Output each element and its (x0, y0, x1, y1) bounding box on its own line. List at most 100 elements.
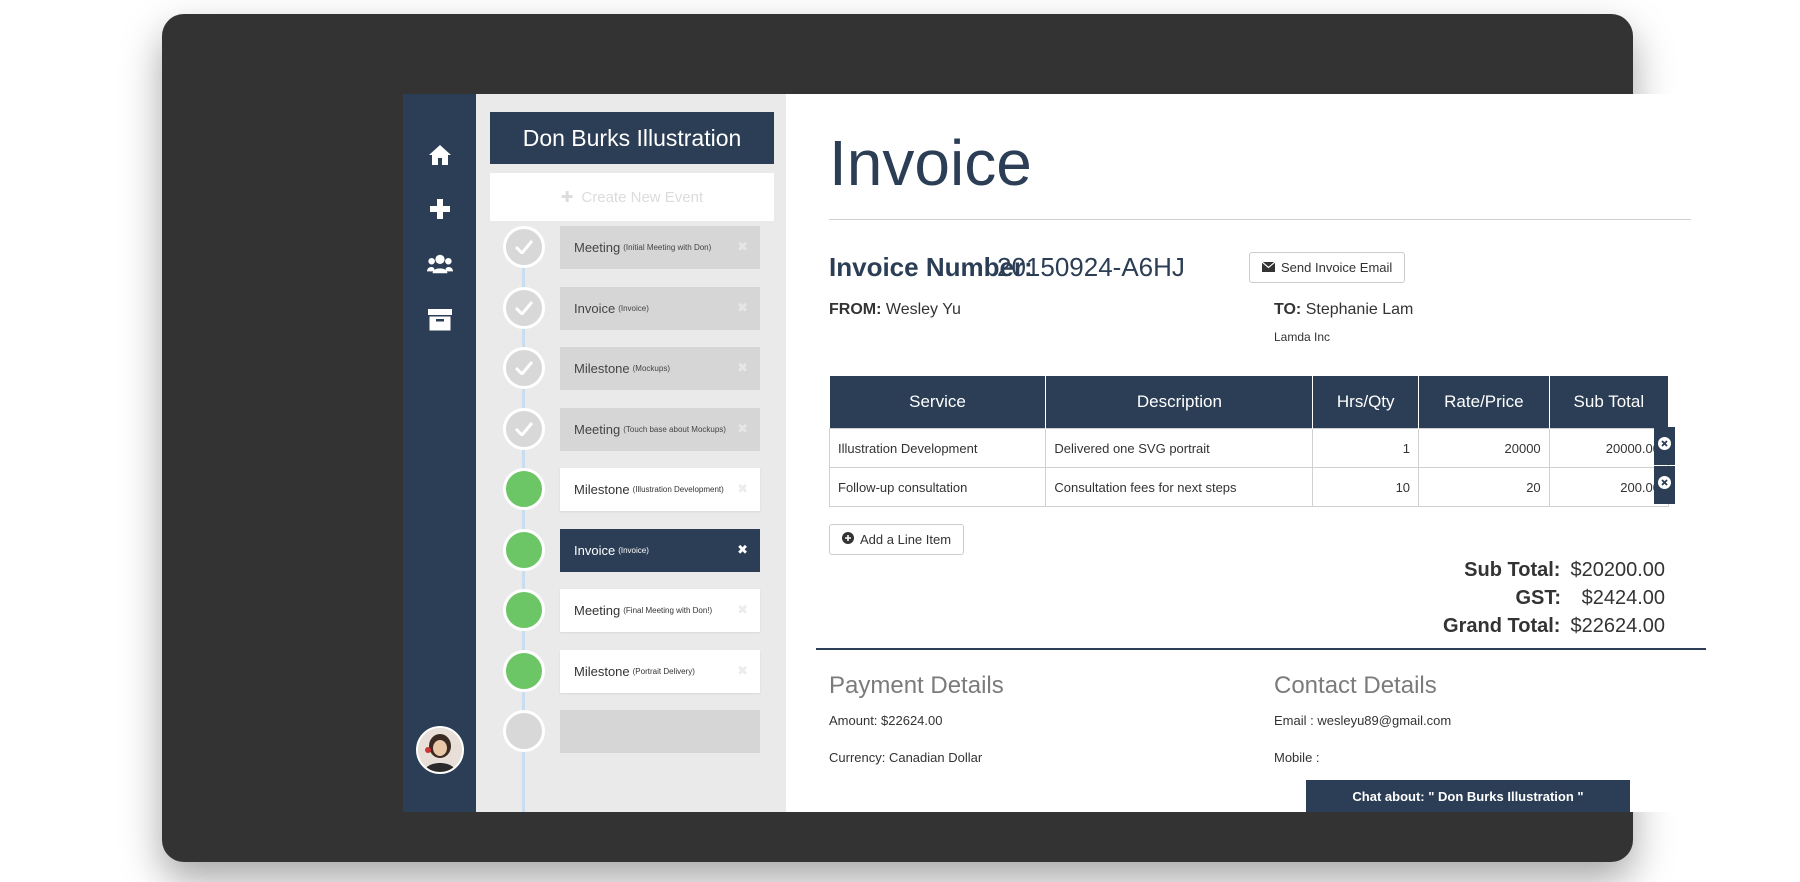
close-icon[interactable]: ✖ (737, 663, 748, 679)
event-item: Milestone (Illustration Development) ✖ (476, 466, 786, 512)
status-dot (503, 650, 545, 692)
left-rail (403, 94, 476, 812)
event-title: Milestone (574, 482, 630, 497)
send-invoice-email-label: Send Invoice Email (1281, 260, 1393, 275)
event-title: Meeting (574, 603, 621, 618)
app-screen: Don Burks Illustration ✚ Create New Even… (403, 94, 1725, 812)
description-cell[interactable]: Consultation fees for next steps (1045, 467, 1314, 507)
event-card[interactable]: Meeting (Initial Meeting with Don) ✖ (560, 226, 760, 269)
event-card[interactable]: Meeting (Touch base about Mockups) ✖ (560, 408, 760, 451)
event-title: Meeting (574, 422, 621, 437)
line-items-table: Service Description Hrs/Qty Rate/Price S… (828, 376, 1670, 507)
contact-details-title: Contact Details (1274, 672, 1437, 699)
from-line: FROM: Wesley Yu (829, 301, 961, 319)
table-row: Illustration Development Delivered one S… (828, 428, 1670, 468)
invoice-number: 20150924-A6HJ (997, 252, 1185, 282)
page-title: Invoice (829, 127, 1032, 199)
events-panel: Don Burks Illustration ✚ Create New Even… (476, 94, 786, 812)
to-name: Stephanie Lam (1305, 301, 1414, 318)
event-subtitle: (Initial Meeting with Don) (623, 243, 712, 252)
close-icon[interactable]: ✖ (737, 239, 748, 255)
plus-icon[interactable] (427, 196, 453, 222)
subtotal-row: Sub Total: $20200.00 (1443, 556, 1665, 584)
to-company: Lamda Inc (1274, 330, 1331, 344)
section-divider (816, 648, 1706, 650)
service-cell[interactable]: Follow-up consultation (828, 467, 1047, 507)
event-subtitle: (Portrait Delivery) (632, 667, 695, 676)
event-card[interactable]: Invoice (Invoice) ✖ (560, 287, 760, 330)
description-cell[interactable]: Delivered one SVG portrait (1045, 428, 1314, 468)
plus-circle-icon (842, 532, 854, 547)
qty-cell[interactable]: 10 (1312, 467, 1420, 507)
gst-row: GST: $2424.00 (1443, 584, 1665, 612)
event-card[interactable]: Milestone (Mockups) ✖ (560, 347, 760, 390)
event-card[interactable] (560, 710, 760, 753)
gst-value: $2424.00 (1581, 587, 1665, 609)
users-icon[interactable] (427, 251, 453, 277)
column-header: Sub Total (1549, 376, 1670, 429)
event-title: Meeting (574, 240, 621, 255)
contact-email: Email : wesleyu89@gmail.com (1274, 713, 1452, 728)
subtotal-label: Sub Total: (1464, 559, 1561, 581)
create-event-button[interactable]: ✚ Create New Event (490, 173, 774, 221)
event-item: Invoice (Invoice) ✖ (476, 527, 786, 573)
event-item: Milestone (Portrait Delivery) ✖ (476, 648, 786, 694)
event-item: Meeting (Initial Meeting with Don) ✖ (476, 224, 786, 270)
add-line-item-button[interactable]: Add a Line Item (829, 524, 965, 555)
rate-cell[interactable]: 20000 (1418, 428, 1550, 468)
gst-label: GST: (1515, 587, 1561, 609)
close-circle-icon (1658, 437, 1671, 455)
from-name: Wesley Yu (885, 301, 961, 318)
close-icon[interactable]: ✖ (737, 421, 748, 437)
event-title: Milestone (574, 361, 630, 376)
subtotal-cell: 20000.00 (1548, 428, 1670, 468)
rate-cell[interactable]: 20 (1418, 467, 1550, 507)
event-subtitle: (Mockups) (632, 364, 670, 373)
event-card[interactable]: Milestone (Illustration Development) ✖ (560, 468, 760, 511)
table-row: Follow-up consultation Consultation fees… (828, 467, 1670, 507)
close-icon[interactable]: ✖ (737, 542, 748, 558)
event-item: Meeting (Touch base about Mockups) ✖ (476, 406, 786, 452)
grand-total-label: Grand Total: (1443, 615, 1561, 637)
event-card-selected[interactable]: Invoice (Invoice) ✖ (560, 529, 760, 572)
grand-total-value: $22624.00 (1570, 615, 1665, 637)
send-invoice-email-button[interactable]: Send Invoice Email (1249, 252, 1406, 283)
home-icon[interactable] (427, 142, 453, 168)
event-card[interactable]: Meeting (Final Meeting with Don!) ✖ (560, 589, 760, 632)
subtotal-value: $20200.00 (1570, 559, 1665, 581)
event-subtitle: (Invoice) (618, 546, 649, 555)
event-item (476, 708, 786, 754)
close-icon[interactable]: ✖ (737, 360, 748, 376)
close-icon[interactable]: ✖ (737, 602, 748, 618)
plus-icon: ✚ (560, 189, 574, 206)
client-name: Don Burks Illustration (490, 112, 774, 164)
event-item: Invoice (Invoice) ✖ (476, 285, 786, 331)
chat-button[interactable]: Chat about: " Don Burks Illustration " (1306, 780, 1630, 812)
status-dot (503, 468, 545, 510)
status-dot (503, 589, 545, 631)
column-header: Service (829, 376, 1047, 429)
payment-currency: Currency: Canadian Dollar (829, 750, 983, 765)
close-icon[interactable]: ✖ (737, 300, 748, 316)
column-header: Description (1045, 376, 1314, 429)
event-item: Milestone (Mockups) ✖ (476, 345, 786, 391)
close-icon[interactable]: ✖ (737, 481, 748, 497)
status-dot (503, 529, 545, 571)
close-circle-icon (1658, 476, 1671, 494)
check-icon (503, 347, 545, 389)
event-subtitle: (Invoice) (618, 304, 649, 313)
event-subtitle: (Final Meeting with Don!) (623, 606, 713, 615)
user-avatar[interactable] (416, 726, 464, 774)
event-card[interactable]: Milestone (Portrait Delivery) ✖ (560, 650, 760, 693)
payment-amount: Amount: $22624.00 (829, 713, 943, 728)
remove-row-button[interactable] (1654, 466, 1675, 504)
create-event-label: Create New Event (581, 188, 704, 206)
column-header: Rate/Price (1418, 376, 1550, 429)
qty-cell[interactable]: 1 (1312, 428, 1420, 468)
event-subtitle: (Illustration Development) (632, 485, 724, 494)
remove-row-button[interactable] (1654, 427, 1675, 465)
event-title: Invoice (574, 301, 616, 316)
archive-icon[interactable] (427, 307, 453, 333)
service-cell[interactable]: Illustration Development (828, 428, 1047, 468)
payment-details-title: Payment Details (829, 672, 1004, 699)
